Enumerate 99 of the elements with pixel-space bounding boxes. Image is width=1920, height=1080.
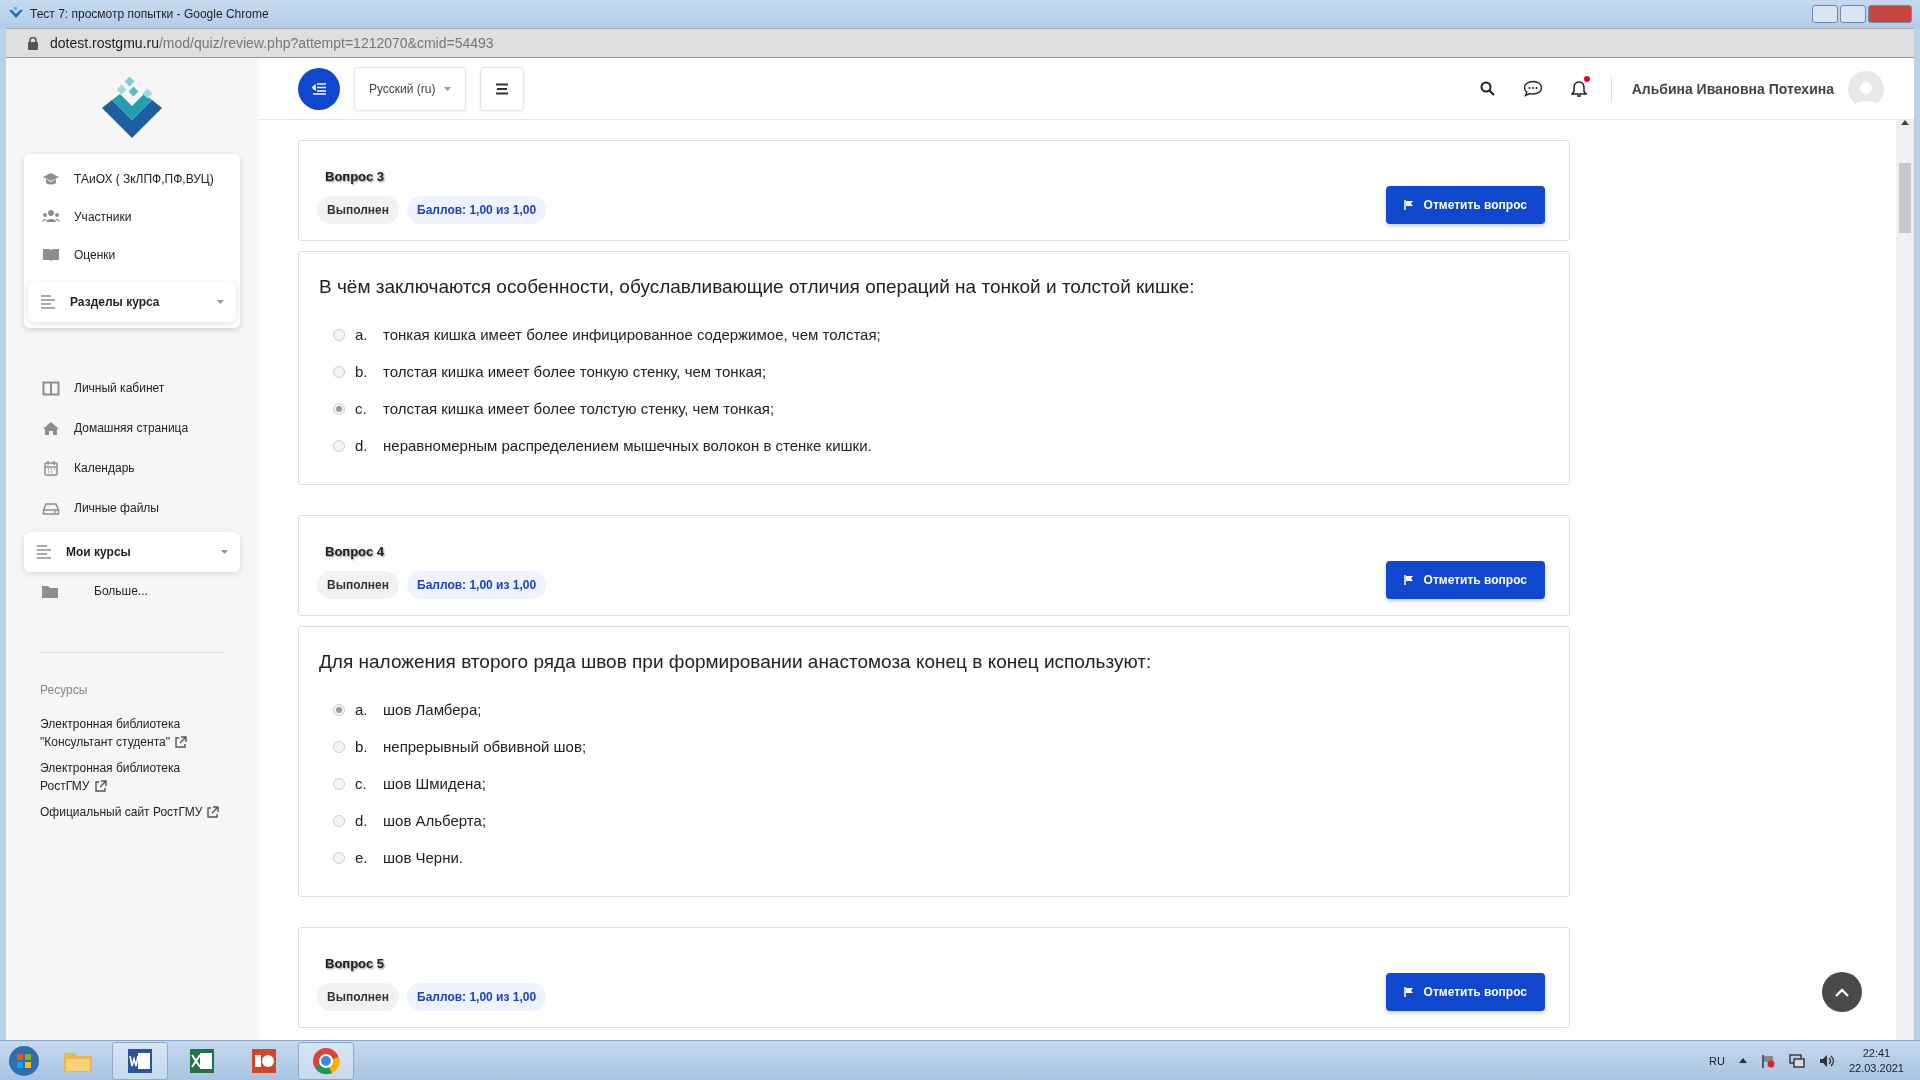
sidebar-item[interactable]: ТАиОХ ( ЗкЛПФ,ПФ,ВУЦ) <box>24 160 240 198</box>
option-letter: c. <box>355 775 368 792</box>
folder-icon <box>42 584 58 598</box>
sidebar-item[interactable]: Участники <box>24 198 240 236</box>
option-text: тонкая кишка имеет более инфицированное содержимое, чем толстая; <box>383 326 881 343</box>
radio-button[interactable] <box>333 439 345 452</box>
radio-button[interactable] <box>333 814 345 827</box>
resources-heading: Ресурсы <box>39 683 89 697</box>
sidebar-item[interactable]: Больше... <box>24 572 240 610</box>
graduation-cap-icon <box>42 171 60 187</box>
option-text: непрерывный обвивной шов; <box>383 738 587 755</box>
option-text: толстая кишка имеет более толстую стенку, чем тонкая; <box>383 400 775 417</box>
radio-button[interactable] <box>333 851 345 864</box>
flag-icon <box>1403 987 1414 997</box>
window-title: Тест 7: просмотр попытки - Google Chrome <box>30 7 270 21</box>
option-text: шов Альберта; <box>383 812 487 829</box>
radio-button[interactable] <box>333 365 345 378</box>
question-text: В чём заключаются особенности, обуславливающие отличия операций на тонкой и толстой кишке: <box>319 276 1196 298</box>
option-text: шов Ламбера; <box>383 701 482 718</box>
minimize-button[interactable] <box>1812 5 1838 23</box>
flag-icon <box>1403 200 1414 210</box>
option-letter: c. <box>355 400 368 417</box>
option-text: шов Шмидена; <box>383 775 486 792</box>
dashboard-icon <box>42 380 60 396</box>
resource-link[interactable]: Электронная библиотека РостГМУ <box>24 759 224 795</box>
collapse-menu-icon <box>312 82 326 95</box>
users-icon <box>42 209 60 225</box>
option-text: шов Черни. <box>383 849 464 866</box>
network-icon[interactable] <box>1788 1053 1805 1068</box>
menu-button[interactable] <box>479 66 524 111</box>
option-letter: b. <box>355 363 369 380</box>
list-icon <box>40 293 56 311</box>
chat-icon[interactable] <box>1522 80 1543 97</box>
radio-button[interactable] <box>333 703 345 716</box>
resource-link[interactable]: Официальный сайт РостГМУ <box>24 803 224 821</box>
lock-icon <box>28 36 38 50</box>
radio-button[interactable] <box>333 777 345 790</box>
scroll-up-arrow-icon <box>1901 120 1909 125</box>
radio-button[interactable] <box>333 740 345 753</box>
resource-link[interactable]: Электронная библиотека "Консультант студента" <box>24 715 224 751</box>
address-bar-url[interactable]: dotest.rostgmu.ru/mod/quiz/review.php?attempt=1212070&cmid=54493 <box>50 35 494 51</box>
status-badge: Выполнен <box>317 196 399 224</box>
flag-question-button[interactable]: Отметить вопрос <box>1385 973 1545 1011</box>
sidebar-item[interactable]: Календарь <box>24 448 240 488</box>
caret-down-icon <box>443 86 451 91</box>
sidebar-item[interactable]: Оценки <box>24 236 240 274</box>
radio-button[interactable] <box>333 328 345 341</box>
user-name[interactable]: Альбина Ивановна Потехина <box>1631 80 1834 97</box>
option-letter: e. <box>355 849 369 866</box>
scroll-thumb[interactable] <box>1899 163 1911 233</box>
collapsible-section[interactable]: Мои курсы <box>24 532 240 572</box>
option-text: толстая кишка имеет более тонкую стенку, чем тонкая; <box>383 363 767 380</box>
radio-button[interactable] <box>333 402 345 415</box>
drawer-toggle-button[interactable] <box>298 67 340 110</box>
status-badge: Выполнен <box>317 571 399 599</box>
external-link-icon <box>93 780 107 792</box>
calendar-icon <box>42 460 60 476</box>
collapsible-section[interactable]: Разделы курса <box>28 282 236 322</box>
option-letter: b. <box>355 738 369 755</box>
external-link-icon <box>206 806 220 818</box>
flag-question-button[interactable]: Отметить вопрос <box>1385 186 1545 224</box>
question-number: Вопрос 5 <box>324 956 385 971</box>
scrollbar[interactable] <box>1896 120 1914 1040</box>
book-icon <box>42 247 60 263</box>
back-to-top-button[interactable] <box>1822 972 1862 1012</box>
notification-bell-icon[interactable] <box>1570 79 1587 98</box>
menu-icon <box>494 82 509 95</box>
sidebar-item[interactable]: Домашняя страница <box>24 408 240 448</box>
option-letter: a. <box>355 701 369 718</box>
close-button[interactable] <box>1868 5 1912 23</box>
score-badge: Баллов: 1,00 из 1,00 <box>407 983 547 1011</box>
drive-icon <box>42 500 60 516</box>
external-link-icon <box>173 736 187 748</box>
option-letter: a. <box>355 326 369 343</box>
language-dropdown[interactable]: Русский (ru) <box>354 66 466 111</box>
home-icon <box>42 420 60 436</box>
question-number: Вопрос 4 <box>324 544 385 559</box>
question-number: Вопрос 3 <box>324 169 385 184</box>
score-badge: Баллов: 1,00 из 1,00 <box>407 571 547 599</box>
score-badge: Баллов: 1,00 из 1,00 <box>407 196 547 224</box>
option-letter: d. <box>355 812 369 829</box>
chevron-up-icon <box>1835 987 1849 997</box>
flag-icon[interactable] <box>1760 1053 1775 1068</box>
status-badge: Выполнен <box>317 983 399 1011</box>
flag-icon <box>1403 575 1414 585</box>
sidebar-item[interactable]: Личные файлы <box>24 488 240 528</box>
tray-expand-icon[interactable] <box>1738 1058 1747 1063</box>
flag-question-button[interactable]: Отметить вопрос <box>1385 561 1545 599</box>
keyboard-language[interactable]: RU <box>1709 1054 1725 1067</box>
option-letter: d. <box>355 437 369 454</box>
search-icon[interactable] <box>1479 81 1495 96</box>
clock-date[interactable]: 22.03.2021 <box>1848 1060 1904 1076</box>
speaker-icon[interactable] <box>1818 1053 1835 1068</box>
sidebar-item[interactable]: Личный кабинет <box>24 368 240 408</box>
clock-time[interactable]: 22:41 <box>1848 1045 1904 1061</box>
list-icon <box>36 543 52 561</box>
option-text: неравномерным распределением мышечных волокон в стенке кишки. <box>383 437 872 454</box>
question-text: Для наложения второго ряда швов при формировании анастомоза конец в конец используют: <box>319 651 1153 673</box>
maximize-button[interactable] <box>1840 5 1866 23</box>
